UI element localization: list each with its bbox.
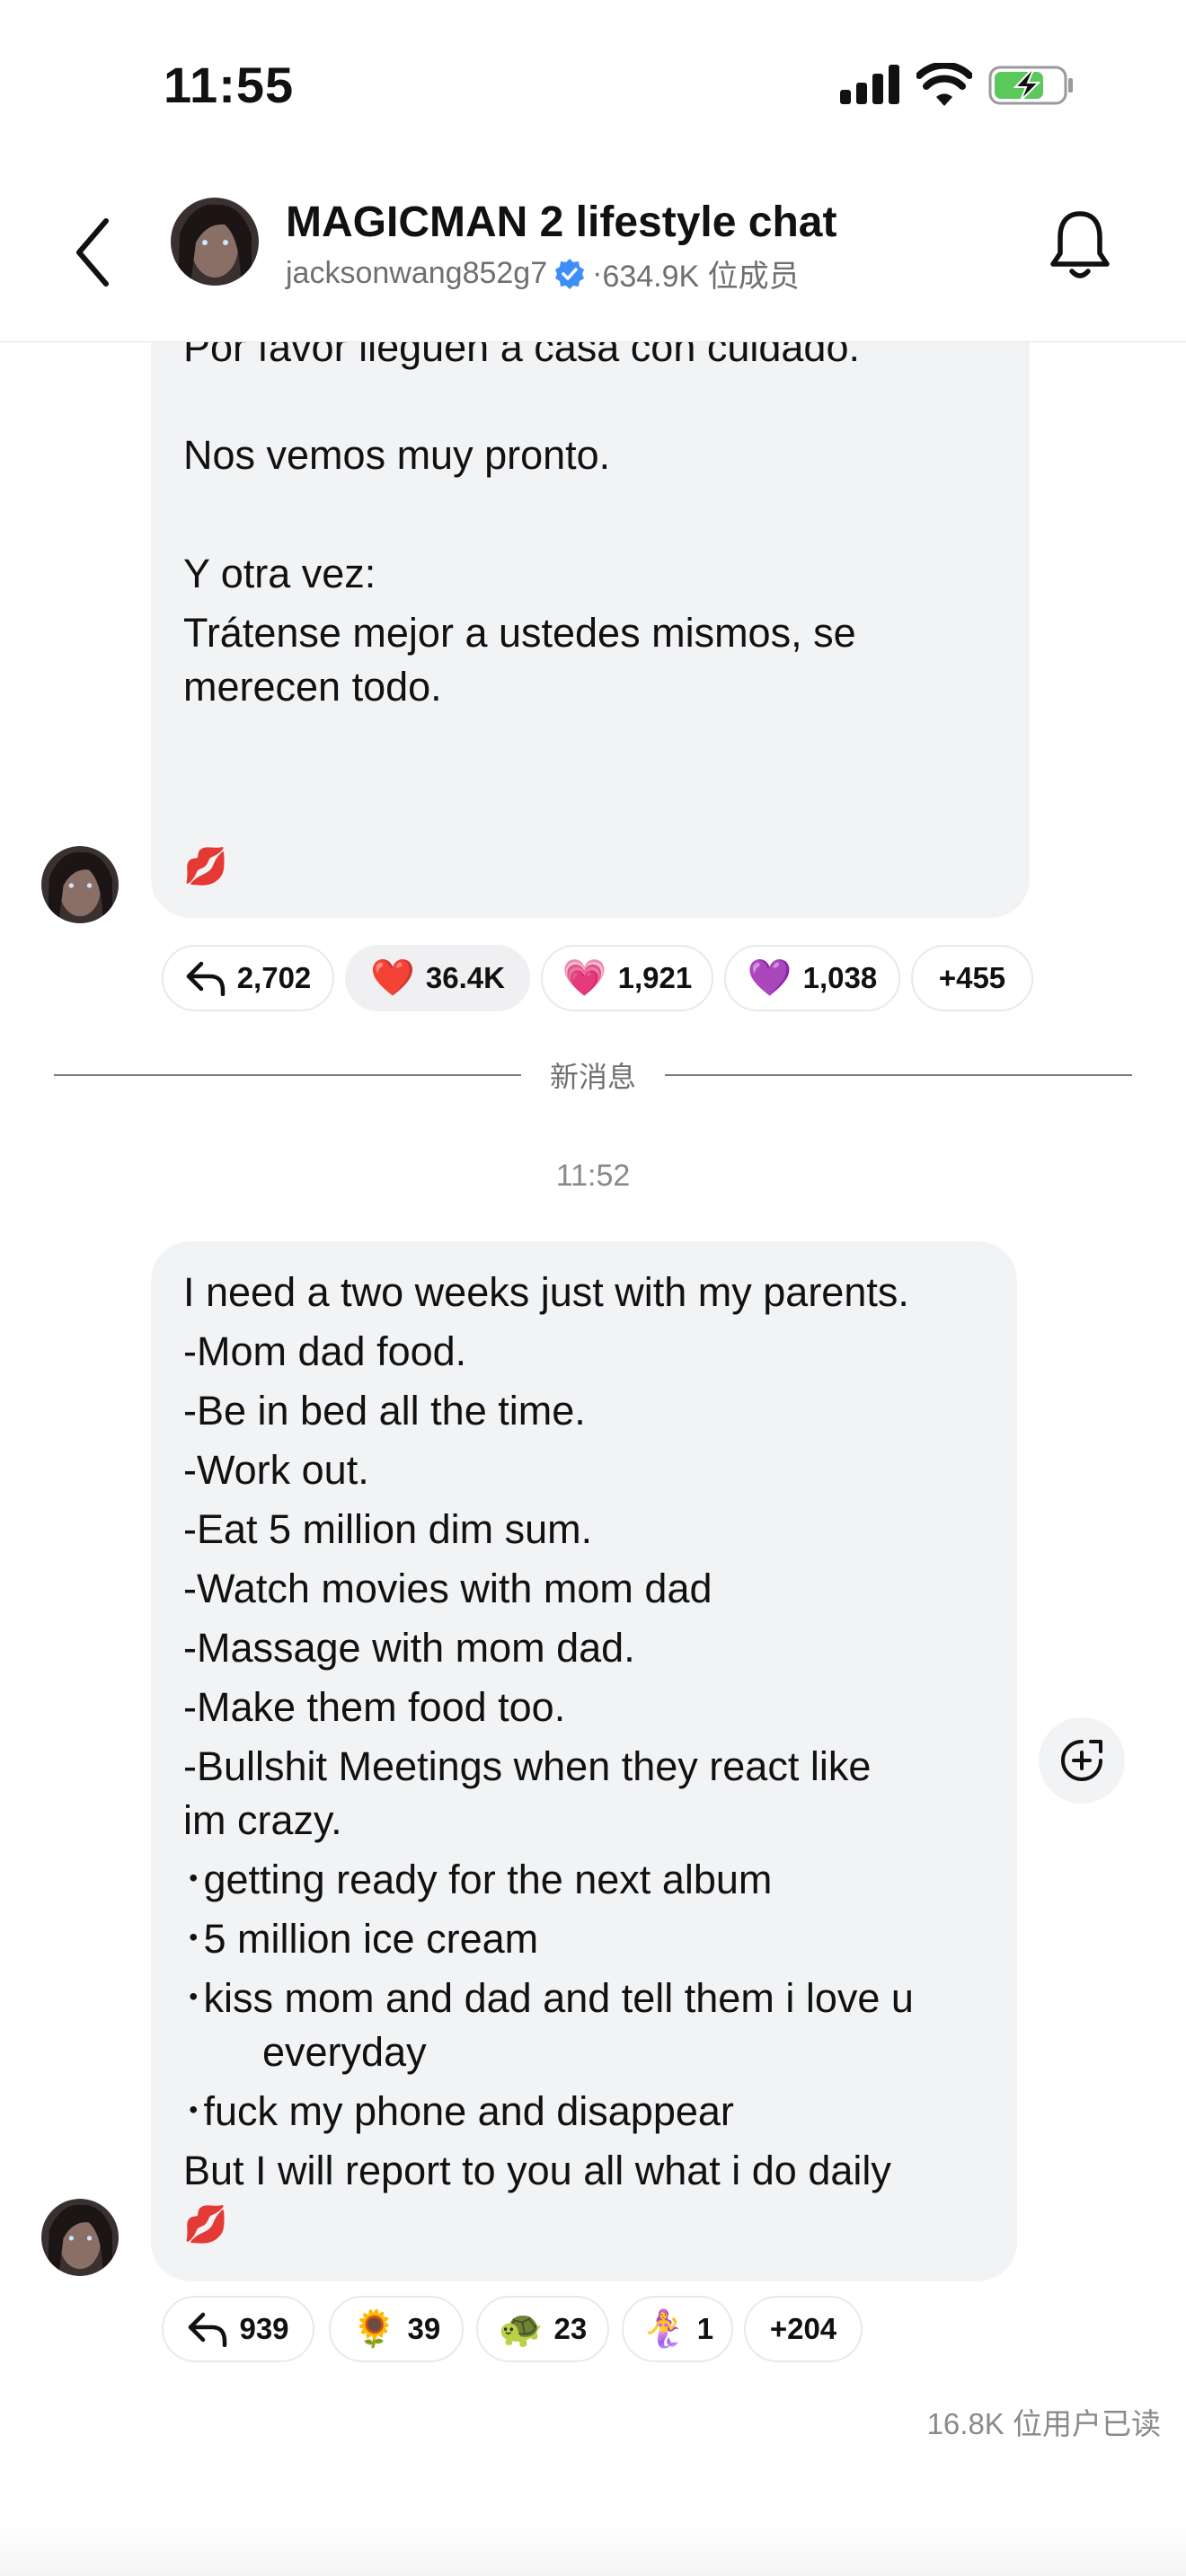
sender-avatar[interactable] [41,846,119,923]
message-line: -Watch movies with mom dad [183,1566,712,1611]
kiss-emoji: 💋 [183,2205,228,2245]
divider-line-left [54,1074,521,1076]
message-line: But I will report to you all what i do d… [183,2148,891,2193]
kiss-emoji: 💋 [183,847,228,887]
more-reactions-chip[interactable]: +455 [911,945,1033,1011]
reply-count-chip[interactable]: 2,702 [162,945,334,1011]
reply-arrow-icon [186,961,225,996]
composer-edge [0,2524,1186,2576]
message-line: -Make them food too. [183,1684,566,1730]
member-count: 634.9K 位成员 [602,260,800,294]
reaction-chip[interactable]: 🧜‍♀️ 1 [622,2296,733,2362]
chat-subtitle: jacksonwang852g7 · 634.9K 位成员 [286,251,800,296]
message-line: everyday [262,2029,427,2075]
message-line: -Mom dad food. [183,1328,467,1374]
reaction-count: 1 [696,2312,714,2345]
turtle-emoji: 🐢 [498,2309,544,2349]
more-reactions-count: +455 [938,961,1006,994]
reaction-count: 1,038 [802,961,878,994]
subtitle-separator: · [592,256,603,290]
message-line: ･5 million ice cream [183,1916,539,1962]
message-line: ･fuck my phone and disappear [183,2088,734,2134]
verified-badge-icon [555,258,585,289]
message-line: ･getting ready for the next album [183,1857,773,1902]
channel-avatar[interactable] [171,198,259,286]
status-time: 11:55 [164,57,295,113]
message-line: -Bullshit Meetings when they react like [183,1743,872,1789]
message-line: I need a two weeks just with my parents. [183,1269,909,1315]
back-chevron-icon[interactable] [70,212,115,293]
reply-count: 939 [239,2312,289,2345]
sunflower-emoji: 🌻 [351,2309,397,2349]
reply-count-chip[interactable]: 939 [162,2296,314,2362]
sender-avatar[interactable] [41,2199,119,2276]
message-line: ･kiss mom and dad and tell them i love u [183,1975,914,2021]
message-line: -Be in bed all the time. [183,1388,586,1434]
reaction-count: 23 [553,2312,588,2345]
cellular-signal-icon [840,65,899,104]
divider-line-right [665,1074,1132,1076]
message-line: Nos vemos muy pronto. [183,432,611,478]
reaction-count: 39 [407,2312,441,2345]
chat-title: MAGICMAN 2 lifestyle chat [286,198,837,246]
notification-bell-icon[interactable] [1046,207,1114,286]
new-messages-divider: 新消息 [549,1061,636,1093]
message-line: -Massage with mom dad. [183,1625,635,1671]
read-receipt: 16.8K 位用户已读 [926,2407,1161,2440]
chat-header: MAGICMAN 2 lifestyle chat jacksonwang852… [0,162,1186,342]
reply-count: 2,702 [236,961,312,994]
reply-arrow-icon [189,2312,227,2347]
reaction-chip[interactable]: ❤️ 36.4K [345,945,530,1011]
mermaid-emoji: 🧜‍♀️ [641,2309,686,2349]
message-line: -Eat 5 million dim sum. [183,1506,593,1552]
message-line: merecen todo. [183,664,442,710]
heart-emoji: ❤️ [370,958,415,998]
reaction-count: 1,921 [617,961,693,994]
more-reactions-chip[interactable]: +204 [744,2296,863,2362]
message-line: -Work out. [183,1447,369,1493]
add-reaction-button[interactable] [1039,1717,1125,1804]
message-bubble[interactable]: Por favor lleguen a casa con cuidado. No… [151,269,1030,918]
wifi-icon [916,63,972,106]
message-bubble[interactable]: I need a two weeks just with my parents.… [151,1241,1017,2281]
reaction-count: 36.4K [425,961,505,994]
reaction-chip[interactable]: 💜 1,038 [724,945,900,1011]
add-reaction-icon [1061,1740,1102,1781]
reaction-chip[interactable]: 🌻 39 [329,2296,464,2362]
growing-heart-emoji: 💗 [562,958,607,998]
reaction-chip[interactable]: 🐢 23 [476,2296,609,2362]
more-reactions-count: +204 [769,2312,837,2345]
message-line: Y otra vez: [183,551,376,596]
purple-heart-emoji: 💜 [747,958,792,998]
battery-charging-icon [988,66,1073,105]
owner-handle[interactable]: jacksonwang852g7 [286,256,547,291]
message-line: im crazy. [183,1797,342,1843]
message-timestamp: 11:52 [555,1159,631,1193]
reaction-chip[interactable]: 💗 1,921 [541,945,713,1011]
message-line: Trátense mejor a ustedes mismos, se [183,610,856,656]
